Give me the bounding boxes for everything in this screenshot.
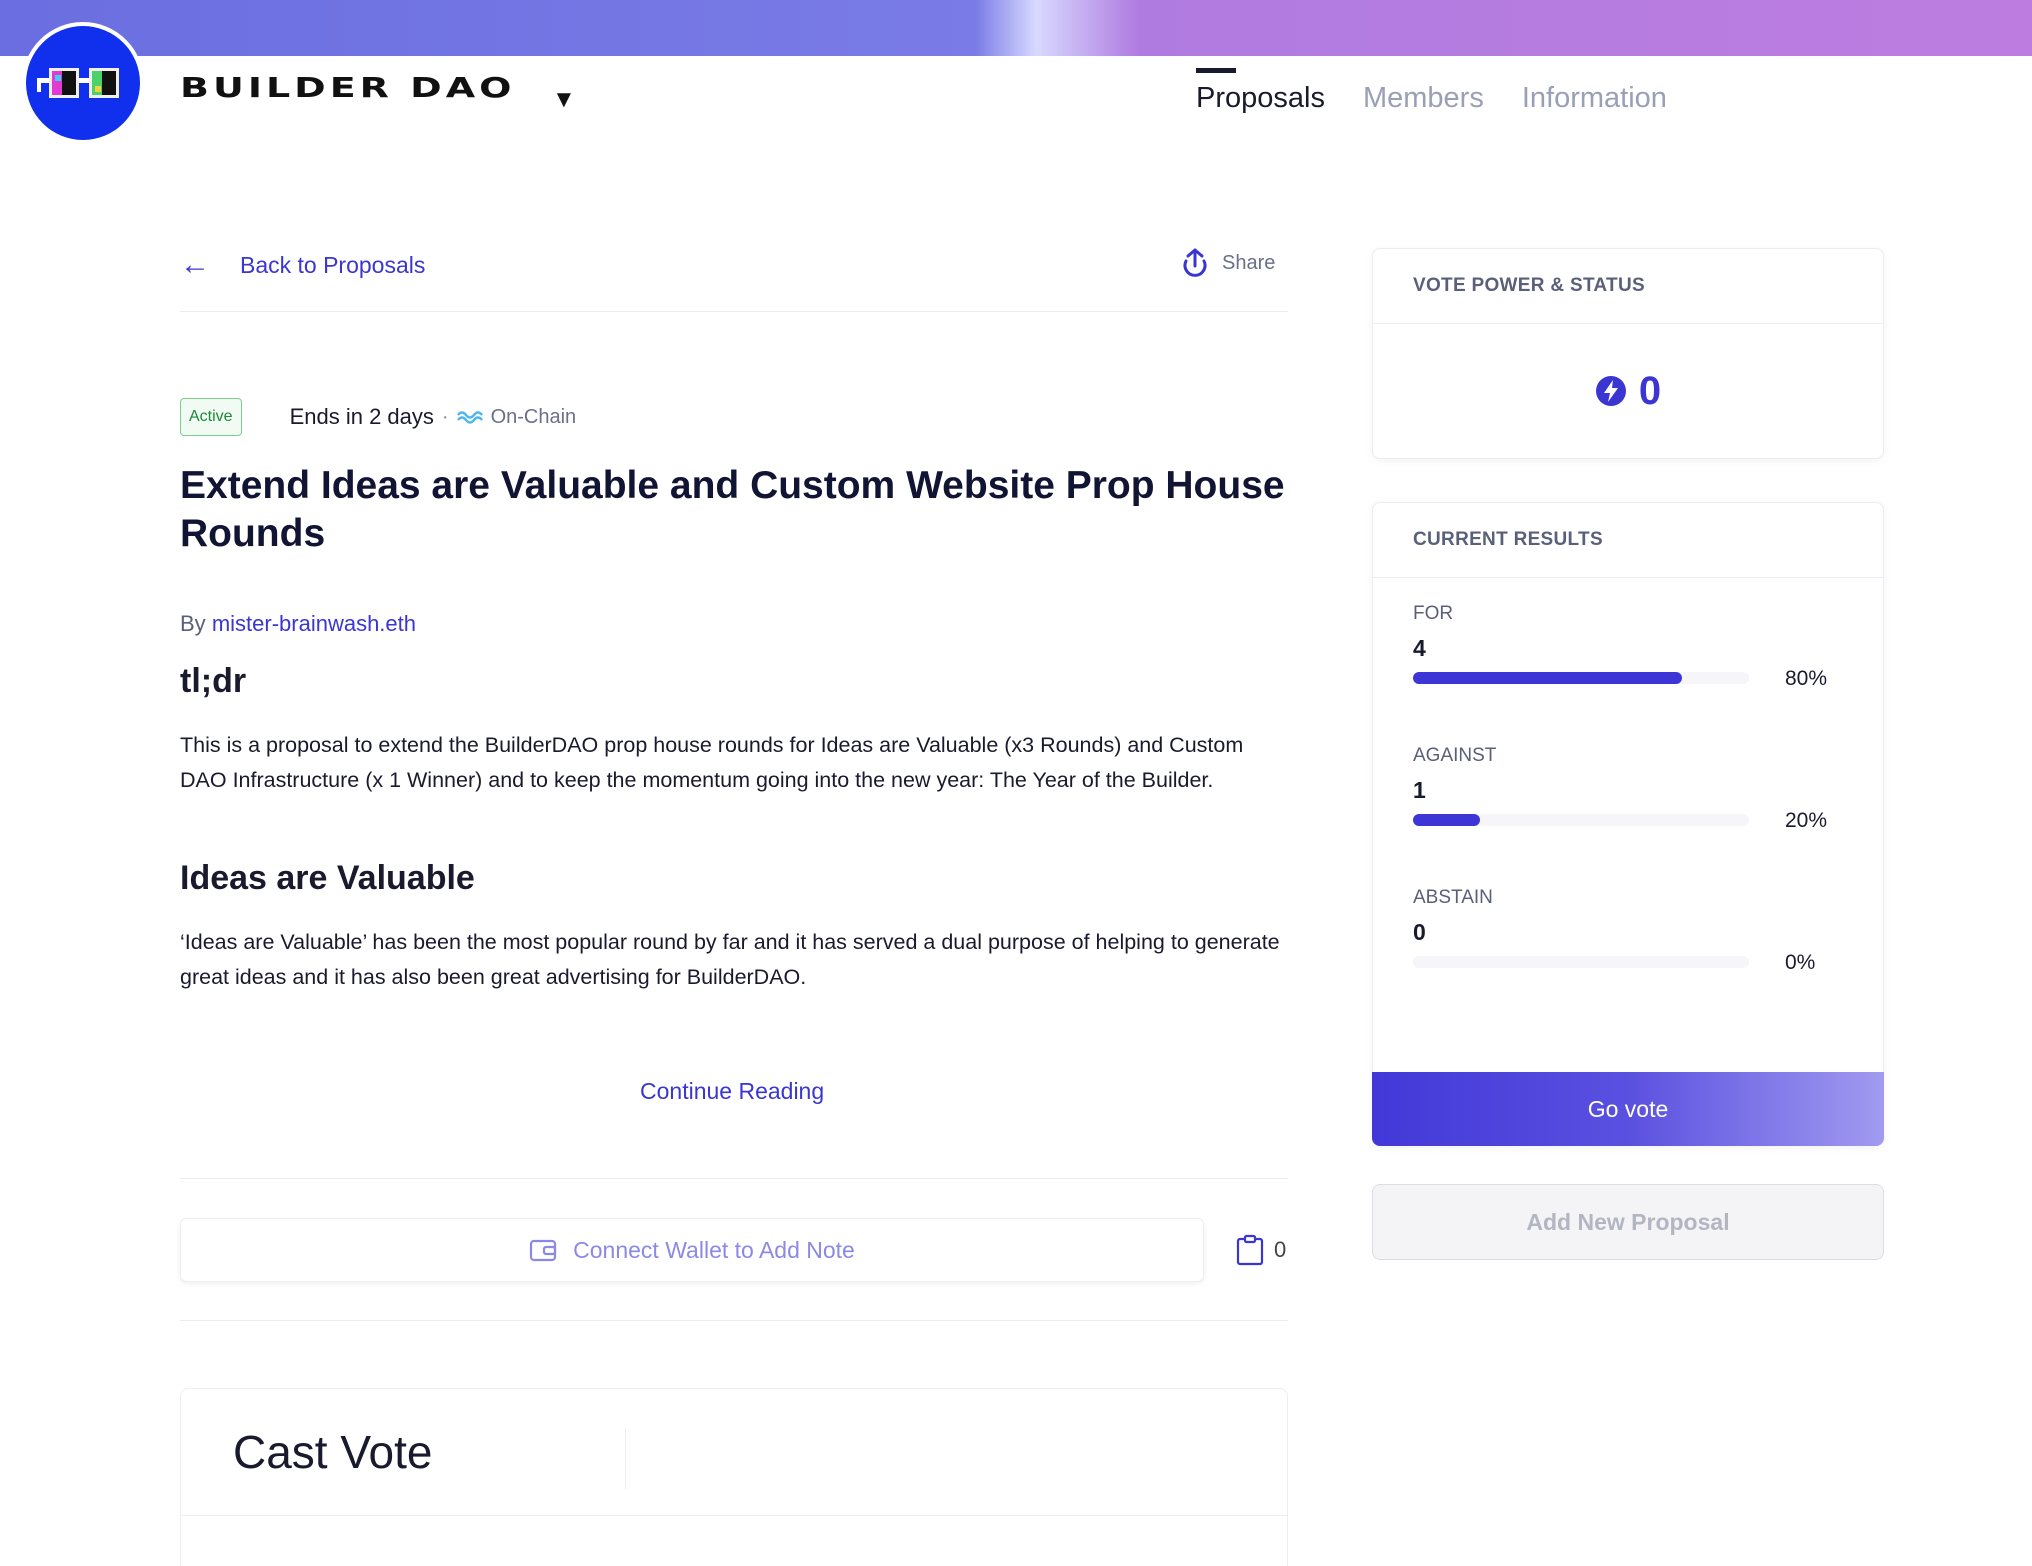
proposal-status-row: Active Ends in 2 days · On-Chain [180,398,576,436]
back-to-proposals-link[interactable]: ← Back to Proposals [180,250,425,280]
cast-vote-card: Cast Vote [180,1388,1288,1566]
nav-tab-members[interactable]: Members [1363,72,1484,115]
result-percent: 80% [1785,667,1828,690]
ideas-paragraph: ‘Ideas are Valuable’ has been the most p… [180,930,1280,989]
proposal-byline: By mister-brainwash.eth [180,611,416,637]
result-count: 1 [1413,777,1426,803]
result-label: AGAINST [1413,745,1497,766]
proposal-end-time: Ends in 2 days [289,404,434,429]
header-divider [180,311,1288,312]
dao-name[interactable]: BUILDER DAO [180,72,515,104]
cast-vote-title: Cast Vote [233,1426,433,1478]
cast-vote-horizontal-divider [181,1515,1287,1516]
result-progress-fill [1413,814,1481,826]
dao-logo-avatar [26,26,140,140]
proposal-title: Extend Ideas are Valuable and Custom Web… [180,464,1285,555]
result-progress-fill [1413,672,1682,684]
result-count: 0 [1413,919,1426,945]
result-progress-bar [1413,956,1749,968]
result-label: FOR [1413,603,1454,624]
author-link[interactable]: mister-brainwash.eth [212,611,416,636]
dao-dropdown-caret-icon[interactable]: ▼ [552,86,576,114]
result-percent: 0% [1785,951,1816,974]
back-label: Back to Proposals [240,251,426,278]
vote-power-value-row: 0 [1373,324,1883,458]
share-icon [1183,248,1207,277]
connect-wallet-label: Connect Wallet to Add Note [573,1236,855,1263]
result-progress-bar [1413,672,1749,684]
dao-logo[interactable] [22,22,144,144]
arrow-left-icon: ← [180,248,210,281]
tldr-paragraph: This is a proposal to extend the Builder… [180,733,1244,792]
status-badge: Active [180,398,242,436]
result-label: ABSTAIN [1413,887,1493,908]
noggles-icon [37,68,119,98]
vote-power-card: VOTE POWER & STATUS 0 [1372,248,1884,459]
nav-tab-proposals[interactable]: Proposals [1196,68,1325,115]
cast-vote-vertical-divider [625,1429,626,1489]
main-nav: Proposals Members Information [1196,68,1667,115]
share-button[interactable]: Share [1182,248,1275,278]
notes-divider [180,1320,1288,1321]
result-against: AGAINST 1 20% [1413,745,1833,832]
section-heading-tldr: tl;dr [180,662,247,700]
result-percent: 20% [1785,809,1828,832]
lightning-circle-icon [1595,376,1626,406]
continue-reading-link[interactable]: Continue Reading [640,1078,824,1105]
section-heading-ideas: Ideas are Valuable [180,859,475,897]
separator-dot: · [441,405,449,428]
current-results-card: CURRENT RESULTS FOR 4 80% AGAINST 1 20% … [1372,502,1884,1146]
vote-power-value: 0 [1638,368,1662,413]
content-divider [180,1178,1288,1179]
current-results-heading: CURRENT RESULTS [1373,503,1883,578]
wallet-icon [530,1239,557,1262]
result-abstain: ABSTAIN 0 0% [1413,887,1833,974]
vote-power-heading: VOTE POWER & STATUS [1373,249,1883,324]
share-label: Share [1222,251,1276,274]
chain-wave-icon [456,411,483,424]
notes-count[interactable]: 0 [1236,1234,1286,1266]
notes-count-value: 0 [1274,1237,1287,1262]
add-new-proposal-button[interactable]: Add New Proposal [1372,1184,1884,1260]
top-gradient-bar [0,0,2032,56]
on-chain-label: On-Chain [490,405,577,428]
result-for: FOR 4 80% [1413,603,1833,690]
byline-prefix: By [180,611,206,636]
clipboard-icon [1236,1234,1264,1266]
go-vote-button[interactable]: Go vote [1372,1072,1884,1146]
on-chain-indicator: On-Chain [456,405,577,429]
result-progress-bar [1413,814,1749,826]
connect-wallet-note-button[interactable]: Connect Wallet to Add Note [180,1218,1204,1282]
nav-tab-information[interactable]: Information [1522,72,1667,115]
result-count: 4 [1413,635,1426,661]
